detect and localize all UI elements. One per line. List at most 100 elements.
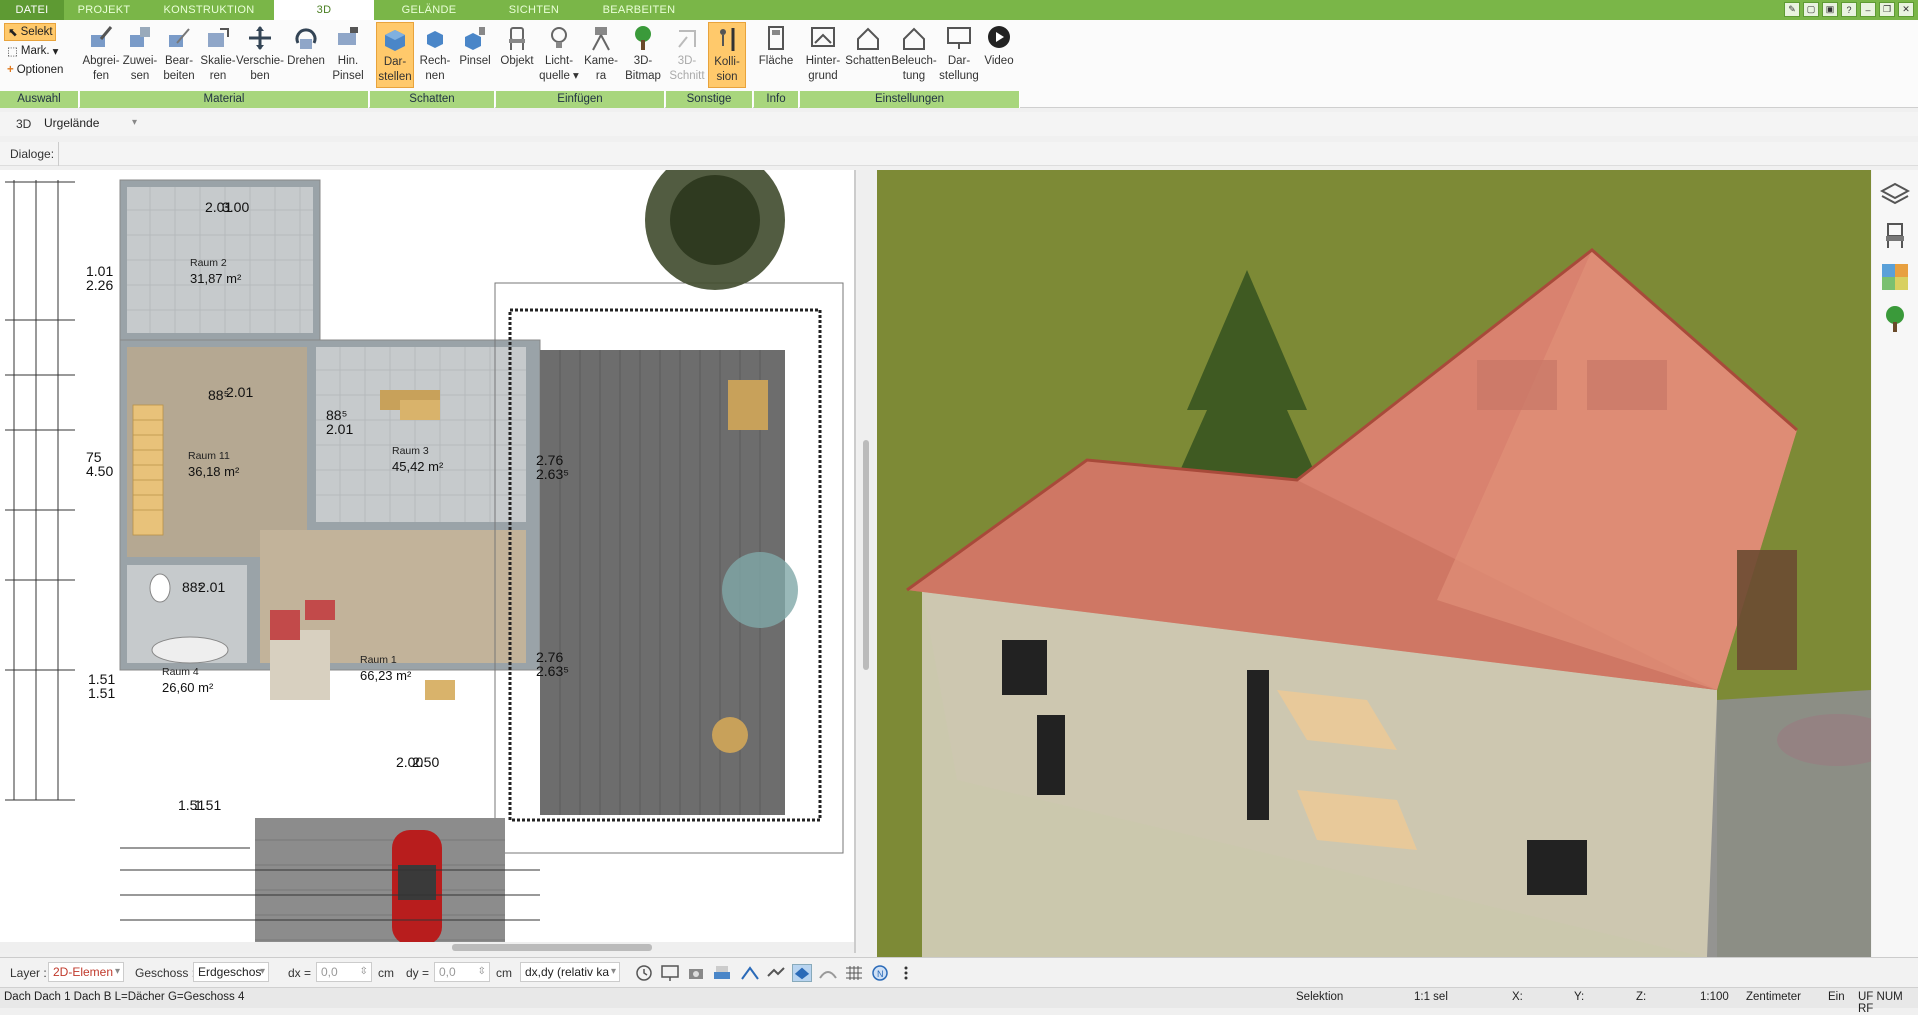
- bottom-toolbar: Layer : 2D-Elemen ▾ Geschoss : Erdgescho…: [0, 957, 1918, 987]
- mark-button[interactable]: ⬚ Mark. ▾: [4, 42, 74, 60]
- video-button[interactable]: Video: [980, 22, 1018, 88]
- minimize-icon[interactable]: –: [1860, 2, 1876, 17]
- menu-tab-3d[interactable]: 3D: [274, 0, 374, 20]
- layer-select[interactable]: 2D-Elemen ▾: [48, 962, 124, 982]
- group-label-auswahl: Auswahl: [0, 91, 79, 108]
- monitor-icon[interactable]: [660, 964, 680, 982]
- restore-icon[interactable]: ❐: [1879, 2, 1895, 17]
- geschoss-select[interactable]: Erdgeschos ▾: [193, 962, 269, 982]
- rechnen-button[interactable]: Rech-nen: [416, 22, 454, 88]
- scroll-thumb[interactable]: [452, 944, 652, 951]
- pen-icon[interactable]: ✎: [1784, 2, 1800, 17]
- group-label-schatten: Schatten: [370, 91, 495, 108]
- floor-plan-drawing: [5, 170, 844, 953]
- status-selection-info: Dach Dach 1 Dach B L=Dächer G=Geschoss 4: [4, 991, 245, 1003]
- menu-tab-datei[interactable]: DATEI: [0, 0, 64, 20]
- camera-icon[interactable]: [686, 964, 706, 982]
- status-ein: Ein: [1828, 991, 1845, 1003]
- menu-tab-gelaende[interactable]: GELÄNDE: [374, 0, 484, 20]
- ortho-icon[interactable]: [818, 964, 838, 982]
- kollision-button[interactable]: Kolli-sion: [708, 22, 746, 88]
- room-name-4: Raum 4: [162, 666, 199, 678]
- 3d-bitmap-button[interactable]: 3D- Bitmap: [622, 22, 664, 88]
- room-name-3: Raum 3: [392, 445, 429, 457]
- room-area-3: 45,42 m²: [392, 459, 444, 474]
- scroll-thumb[interactable]: [863, 440, 869, 670]
- chevron-down-icon: ▾: [114, 966, 120, 977]
- clock-icon[interactable]: [634, 964, 654, 982]
- materials-icon[interactable]: [1880, 262, 1910, 292]
- brush-cube-icon: [465, 27, 485, 50]
- 3d-schnitt-button[interactable]: 3D- Schnitt: [668, 22, 706, 88]
- 3d-view[interactable]: [877, 170, 1871, 957]
- close-icon[interactable]: ✕: [1898, 2, 1914, 17]
- skalieren-button[interactable]: Skalie-ren: [199, 22, 237, 88]
- room-area-4: 26,60 m²: [162, 680, 214, 695]
- kamera-button[interactable]: Kame-ra: [582, 22, 620, 88]
- darstellen-button[interactable]: Dar-stellen: [376, 22, 414, 88]
- layers-icon[interactable]: [1880, 180, 1910, 210]
- group-sonstige: 3D- Schnitt Kolli-sion Sonstige: [666, 20, 753, 108]
- snap-object-icon[interactable]: [766, 964, 786, 982]
- dim-label: 2.63⁵: [536, 466, 570, 482]
- group-label-sonstige: Sonstige: [666, 91, 753, 108]
- spinner-icon[interactable]: ⇳: [360, 963, 368, 981]
- dim-label: 1.51: [88, 671, 116, 687]
- menu-tab-sichten[interactable]: SICHTEN: [484, 0, 584, 20]
- beleuchtung-button[interactable]: Beleuch-tung: [891, 22, 937, 88]
- render-cube-icon: [385, 30, 405, 51]
- menu-bar: DATEI PROJEKT KONSTRUKTION 3D GELÄNDE SI…: [0, 0, 1918, 20]
- grid-icon[interactable]: [844, 964, 864, 982]
- status-scale: 1:100: [1700, 991, 1729, 1003]
- floor-plan-view[interactable]: Raum 2 31,87 m² Raum 11 36,18 m² Raum 3 …: [0, 170, 856, 953]
- dy-label: dy =: [406, 966, 430, 980]
- lichtquelle-button[interactable]: Licht-quelle ▾: [538, 22, 580, 88]
- status-y: Y:: [1574, 991, 1585, 1003]
- menu-tab-konstruktion[interactable]: KONSTRUKTION: [144, 0, 274, 20]
- hin-pinsel-button[interactable]: Hin. Pinsel: [329, 22, 367, 88]
- element-select[interactable]: Urgelände ▾: [40, 114, 140, 134]
- bearbeiten-button[interactable]: Bear-beiten: [160, 22, 198, 88]
- horizontal-scrollbar[interactable]: [0, 942, 854, 953]
- verschieben-button[interactable]: Verschie-ben: [236, 22, 284, 88]
- windows-icon[interactable]: ▣: [1822, 2, 1838, 17]
- dim-label: 2.50: [412, 754, 440, 770]
- dim-label: 3.00: [222, 199, 250, 215]
- furniture-icon[interactable]: [1880, 220, 1910, 250]
- status-flags: UF NUM RF: [1858, 991, 1903, 1015]
- hintergrund-button[interactable]: Hinter-grund: [802, 22, 844, 88]
- plants-icon[interactable]: [1880, 304, 1910, 334]
- zuweisen-button[interactable]: Zuwei-sen: [121, 22, 159, 88]
- dim-label: 2.26: [86, 277, 114, 293]
- schatten-settings-button[interactable]: Schatten: [845, 22, 891, 88]
- 3d-house-render: [877, 170, 1871, 957]
- dy-input[interactable]: 0,0 ⇳: [434, 962, 490, 982]
- flaeche-button[interactable]: Fläche: [757, 22, 795, 88]
- menu-tab-bearbeiten[interactable]: BEARBEITEN: [584, 0, 694, 20]
- status-x: X:: [1512, 991, 1523, 1003]
- print-icon[interactable]: [712, 964, 732, 982]
- brush-icon: [338, 27, 358, 45]
- select-button[interactable]: ⬉ Selekt: [4, 23, 56, 41]
- spinner-icon[interactable]: ⇳: [478, 963, 486, 981]
- more-icon[interactable]: [896, 964, 916, 982]
- window-icon[interactable]: ▢: [1803, 2, 1819, 17]
- dim-label: 2.01: [226, 384, 254, 400]
- collision-icon: [720, 28, 735, 51]
- drehen-button[interactable]: Drehen: [286, 22, 326, 88]
- darstellung-button[interactable]: Dar-stellung: [938, 22, 980, 88]
- coordinate-mode-select[interactable]: dx,dy (relativ ka ▾: [520, 962, 620, 982]
- snap-line-icon[interactable]: [740, 964, 760, 982]
- house-shadow-icon: [857, 27, 879, 50]
- options-button[interactable]: + Optionen: [4, 61, 74, 79]
- abgreifen-button[interactable]: Abgrei-fen: [82, 22, 120, 88]
- menu-tab-projekt[interactable]: PROJEKT: [64, 0, 144, 20]
- north-icon[interactable]: N: [870, 964, 890, 982]
- chair-icon: [509, 27, 525, 50]
- dx-input[interactable]: 0,0 ⇳: [316, 962, 372, 982]
- help-icon[interactable]: ?: [1841, 2, 1857, 17]
- pinsel-button[interactable]: Pinsel: [456, 22, 494, 88]
- snap-grid-icon[interactable]: [792, 964, 812, 982]
- vertical-scrollbar[interactable]: [858, 170, 874, 953]
- objekt-button[interactable]: Objekt: [498, 22, 536, 88]
